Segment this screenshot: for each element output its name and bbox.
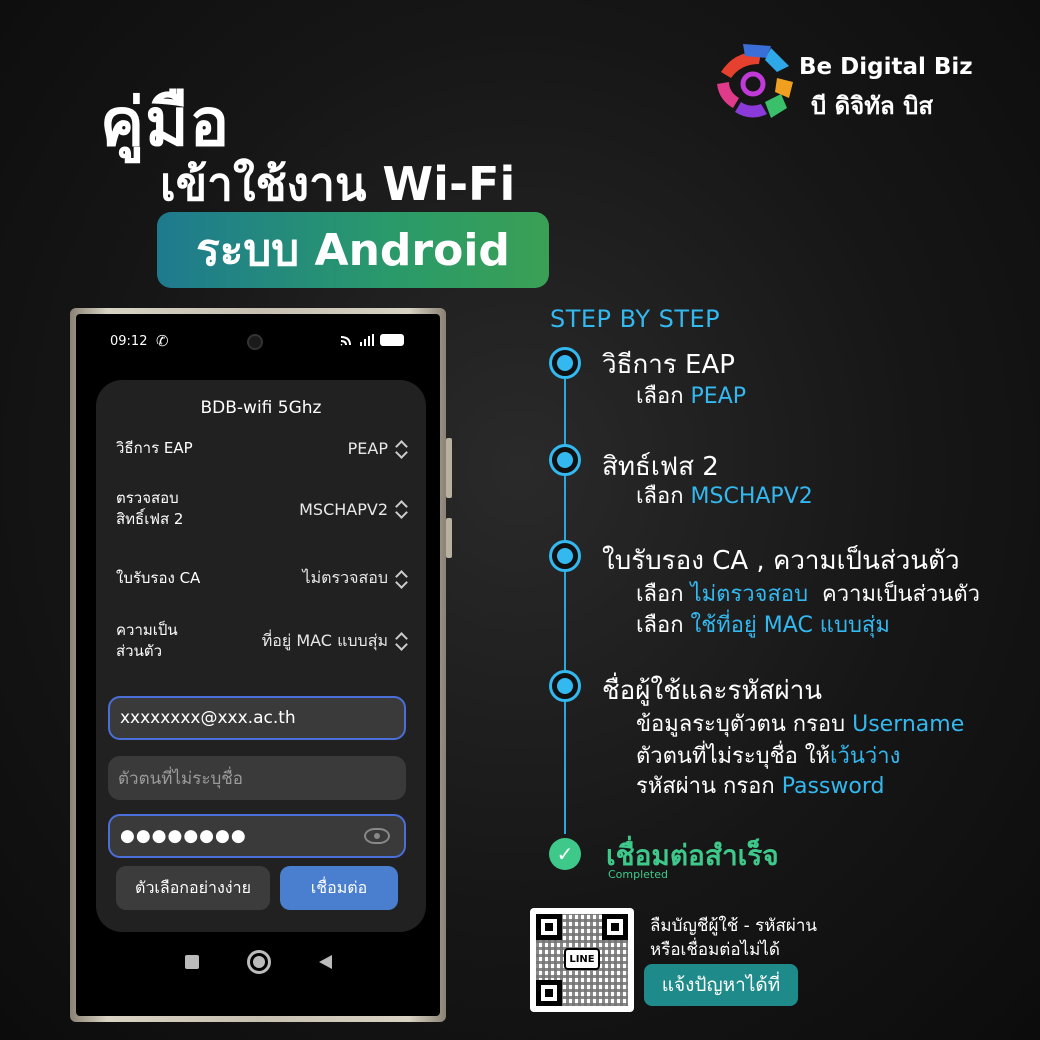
- nav-bar: [76, 950, 440, 974]
- dialog-title: BDB-wifi 5Ghz: [200, 398, 322, 418]
- back-icon[interactable]: [318, 955, 332, 969]
- battery-icon: [380, 334, 404, 346]
- step-3-line-2: เลือก ใช้ที่อยู่ MAC แบบสุ่ม: [636, 613, 890, 638]
- qr-finder-bottom-left: [536, 980, 562, 1006]
- phone-volume-button: [446, 438, 452, 498]
- step-dot-1: [549, 347, 581, 379]
- step-dot-3: [549, 540, 581, 572]
- ca-cert-value: ไม่ตรวจสอบ: [302, 568, 388, 587]
- step-dot-2: [549, 444, 581, 476]
- eap-method-row[interactable]: วิธีการ EAP PEAP: [116, 438, 408, 459]
- dropdown-icon: [394, 439, 408, 459]
- anonymous-identity-placeholder: ตัวตนที่ไม่ระบุชื่อ: [118, 768, 244, 789]
- connect-button[interactable]: เชื่อมต่อ: [280, 866, 398, 910]
- step-1-line-1: เลือก PEAP: [636, 384, 747, 409]
- dropdown-icon: [394, 499, 408, 519]
- step-dot-4: [549, 670, 581, 702]
- privacy-label: ความเป็น ส่วนตัว: [116, 621, 178, 660]
- password-value: ●●●●●●●●: [120, 826, 247, 846]
- android-badge: ระบบ Android: [157, 212, 549, 288]
- help-text-line2: หรือเชื่อมต่อไม่ได้: [650, 940, 780, 960]
- privacy-row[interactable]: ความเป็น ส่วนตัว ที่อยู่ MAC แบบสุ่ม: [116, 620, 408, 662]
- phone-screen: 09:12 ✆ BDB-wifi 5Ghz วิธีการ EAP PEAP ต…: [76, 314, 440, 1016]
- brand-name-th: บี ดิจิทัล บิส: [811, 92, 934, 120]
- timeline-line: [564, 364, 566, 834]
- check-icon: ✓: [549, 838, 581, 870]
- qr-finder-top-right: [602, 914, 628, 940]
- title-line2: เข้าใช้งาน Wi-Fi: [160, 157, 516, 211]
- step-3-line-1: เลือก ไม่ตรวจสอบ ความเป็นส่วนตัว: [636, 582, 980, 607]
- ca-cert-row[interactable]: ใบรับรอง CA ไม่ตรวจสอบ: [116, 566, 408, 591]
- brand-logo: Be Digital Biz บี ดิจิทัล บิส: [715, 42, 973, 132]
- step-3-title: ใบรับรอง CA , ความเป็นส่วนตัว: [602, 546, 960, 576]
- show-password-icon[interactable]: [364, 828, 390, 844]
- help-text-line1: ลืมบัญชีผู้ใช้ - รหัสผ่าน: [650, 916, 818, 936]
- brand-logo-icon: [717, 44, 793, 118]
- line-qr-code[interactable]: LINE: [530, 908, 634, 1012]
- line-logo: LINE: [564, 948, 600, 970]
- front-camera: [247, 334, 263, 350]
- anonymous-identity-field[interactable]: ตัวตนที่ไม่ระบุชื่อ: [108, 756, 406, 800]
- simple-options-button[interactable]: ตัวเลือกอย่างง่าย: [116, 866, 270, 910]
- home-icon[interactable]: [246, 950, 271, 974]
- step-4-line-3: รหัสผ่าน กรอก Password: [636, 774, 885, 799]
- eap-method-value: PEAP: [347, 439, 388, 458]
- identity-field[interactable]: xxxxxxxx@xxx.ac.th: [108, 696, 406, 740]
- recents-icon[interactable]: [184, 955, 199, 969]
- cast-icon: [340, 336, 351, 346]
- phone-power-button: [446, 518, 452, 558]
- done-subtitle: Completed: [608, 868, 668, 881]
- dropdown-icon: [394, 569, 408, 589]
- call-icon: ✆: [156, 332, 169, 350]
- phase2-value: MSCHAPV2: [299, 499, 388, 519]
- step-4-title: ชื่อผู้ใช้และรหัสผ่าน: [602, 676, 823, 706]
- brand-name-en: Be Digital Biz: [799, 54, 973, 80]
- step-2-line-1: เลือก MSCHAPV2: [636, 484, 813, 509]
- eap-method-label: วิธีการ EAP: [116, 439, 193, 457]
- phase2-row[interactable]: ตรวจสอบ สิทธิ์เฟส 2 MSCHAPV2: [116, 488, 408, 530]
- qr-finder-top-left: [536, 914, 562, 940]
- dropdown-icon: [394, 631, 408, 651]
- wifi-dialog: BDB-wifi 5Ghz วิธีการ EAP PEAP ตรวจสอบ ส…: [96, 380, 426, 932]
- report-problem-button[interactable]: แจ้งปัญหาได้ที่: [644, 964, 798, 1006]
- phone-mockup: 09:12 ✆ BDB-wifi 5Ghz วิธีการ EAP PEAP ต…: [70, 308, 452, 1022]
- identity-value: xxxxxxxx@xxx.ac.th: [120, 708, 296, 728]
- privacy-value: ที่อยู่ MAC แบบสุ่ม: [261, 630, 388, 650]
- password-field[interactable]: ●●●●●●●●: [108, 814, 406, 858]
- step-4-line-1: ข้อมูลระบุตัวตน กรอบ Username: [636, 712, 965, 737]
- phase2-label: ตรวจสอบ สิทธิ์เฟส 2: [116, 489, 184, 528]
- ca-cert-label: ใบรับรอง CA: [116, 569, 201, 587]
- steps-heading: STEP BY STEP: [550, 305, 721, 333]
- signal-icon: [360, 334, 374, 346]
- status-time: 09:12: [110, 334, 148, 349]
- status-icons: [340, 334, 404, 346]
